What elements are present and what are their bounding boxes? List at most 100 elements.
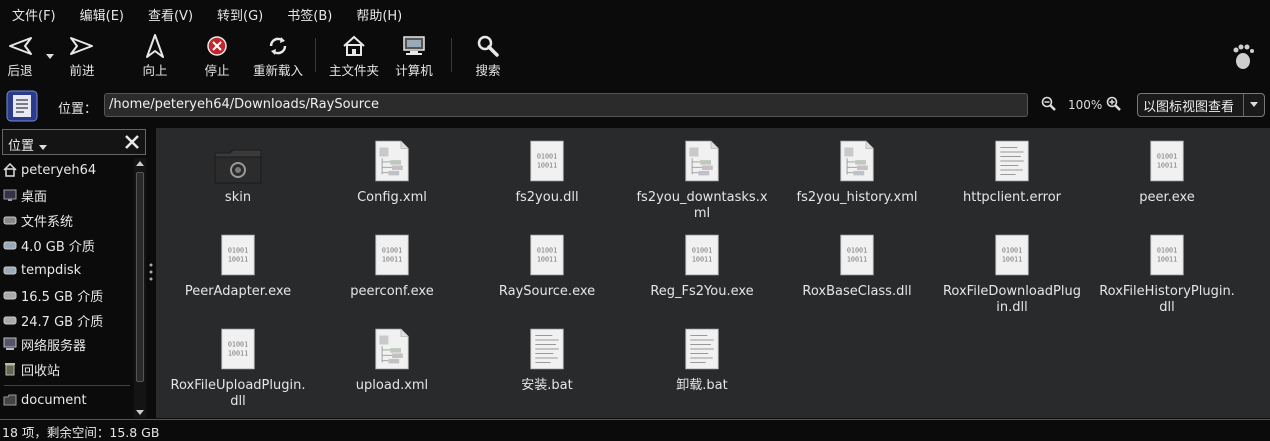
back-button[interactable]: 后退	[4, 32, 36, 82]
sidebar-item-volume-16gb[interactable]: 16.5 GB 介质	[0, 283, 134, 307]
file-item-fs2you-downtasks-xml[interactable]: fs2you_downtasks.xml	[627, 136, 777, 222]
sidebar-header: 位置	[2, 129, 146, 155]
arrow-up-icon	[144, 32, 166, 60]
menu-edit[interactable]: 编辑(E)	[68, 5, 136, 24]
zoom-out-icon[interactable]	[1041, 96, 1057, 116]
computer-button[interactable]: 计算机	[392, 32, 436, 82]
file-name: PeerAdapter.exe	[184, 284, 292, 299]
sidebar-item-document[interactable]: document	[0, 388, 134, 412]
binary-file-icon	[220, 324, 256, 372]
location-input[interactable]: /home/peteryeh64/Downloads/RaySource	[104, 93, 1028, 117]
file-item-httpclient-error[interactable]: httpclient.error	[937, 136, 1087, 206]
sidebar-item-network[interactable]: 网络服务器	[0, 332, 134, 356]
computer-label: 计算机	[395, 63, 433, 78]
text-file-icon	[529, 324, 565, 372]
icon-view[interactable]: skin Config.xml fs2you.dll fs2you_downta…	[156, 128, 1270, 418]
xml-file-icon	[374, 324, 410, 372]
up-button[interactable]: 向上	[137, 32, 173, 82]
file-name: Reg_Fs2You.exe	[650, 284, 754, 299]
file-name: fs2you_history.xml	[796, 190, 918, 205]
menubar: 文件(F) 编辑(E) 查看(V) 转到(G) 书签(B) 帮助(H)	[0, 0, 1270, 28]
location-bar: 位置： /home/peteryeh64/Downloads/RaySource…	[0, 86, 1270, 126]
file-name: peer.exe	[1139, 190, 1195, 205]
file-item-upload-xml[interactable]: upload.xml	[317, 324, 467, 394]
file-item-reg-fs2you-exe[interactable]: Reg_Fs2You.exe	[627, 230, 777, 300]
binary-file-icon	[839, 230, 875, 278]
sidebar-item-trash[interactable]: 回收站	[0, 357, 134, 381]
text-file-icon	[684, 324, 720, 372]
menu-view[interactable]: 查看(V)	[136, 5, 205, 24]
file-item-config-xml[interactable]: Config.xml	[317, 136, 467, 206]
sidebar-item-tempdisk[interactable]: tempdisk	[0, 258, 134, 282]
binary-file-icon	[1149, 136, 1185, 184]
sidebar-item-label: 文件系统	[21, 214, 74, 230]
file-item-install-bat[interactable]: 安装.bat	[472, 324, 622, 394]
scrollbar-thumb[interactable]	[136, 172, 144, 382]
file-name: RoxFileUploadPlugin.dll	[170, 378, 306, 409]
stop-label: 停止	[204, 63, 230, 78]
trash-icon	[2, 361, 18, 377]
arrow-right-icon	[69, 32, 95, 60]
file-item-skin[interactable]: skin	[163, 136, 313, 206]
menu-go[interactable]: 转到(G)	[205, 5, 275, 24]
zoom-in-icon[interactable]	[1106, 96, 1122, 116]
file-item-roxfilehistoryplugin-dll[interactable]: RoxFileHistoryPlugin.dll	[1092, 230, 1242, 316]
file-item-peer-exe[interactable]: peer.exe	[1092, 136, 1242, 206]
location-label: 位置：	[58, 102, 98, 117]
chevron-down-icon[interactable]	[39, 140, 47, 155]
location-toggle-button[interactable]	[6, 90, 38, 126]
reload-button[interactable]: 重新载入	[250, 32, 306, 82]
menu-file[interactable]: 文件(F)	[0, 5, 68, 24]
home-button[interactable]: 主文件夹	[326, 32, 382, 82]
stop-button[interactable]: 停止	[198, 32, 236, 82]
file-item-peerconf-exe[interactable]: peerconf.exe	[317, 230, 467, 300]
file-item-fs2you-dll[interactable]: fs2you.dll	[472, 136, 622, 206]
forward-button[interactable]: 前进	[64, 32, 100, 82]
notepad-icon	[6, 90, 38, 126]
file-item-fs2you-history-xml[interactable]: fs2you_history.xml	[782, 136, 932, 206]
file-item-roxbaseclass-dll[interactable]: RoxBaseClass.dll	[782, 230, 932, 300]
sidebar-item-filesystem[interactable]: 文件系统	[0, 208, 134, 232]
drive-icon	[2, 237, 18, 253]
sidebar-scrollbar[interactable]	[134, 158, 146, 418]
file-item-roxfileuploadplugin-dll[interactable]: RoxFileUploadPlugin.dll	[163, 324, 313, 410]
file-name: 卸载.bat	[676, 378, 728, 393]
menu-bookmarks[interactable]: 书签(B)	[275, 5, 344, 24]
network-icon	[2, 336, 18, 352]
view-mode-select[interactable]: 以图标视图查看	[1137, 93, 1265, 117]
sidebar-item-volume-4gb[interactable]: 4.0 GB 介质	[0, 233, 134, 257]
sidebar-item-label: 24.7 GB 介质	[21, 314, 104, 330]
throbber	[1228, 42, 1258, 92]
filesystem-icon	[2, 212, 18, 228]
file-item-peeradapter-exe[interactable]: PeerAdapter.exe	[163, 230, 313, 300]
search-button[interactable]: 搜索	[468, 32, 508, 82]
scroll-up-icon	[136, 161, 144, 166]
toolbar: 后退 前进 向上 停止 重新载入 主文件夹 计算机 搜索	[0, 28, 1270, 86]
sidebar-item-desktop[interactable]: 桌面	[0, 183, 134, 207]
back-label: 后退	[7, 63, 33, 78]
binary-file-icon	[529, 136, 565, 184]
binary-file-icon	[684, 230, 720, 278]
file-name: Config.xml	[357, 190, 427, 205]
xml-file-icon	[684, 136, 720, 184]
file-item-roxfiledownloadplugin-dll[interactable]: RoxFileDownloadPlugin.dll	[937, 230, 1087, 316]
binary-file-icon	[1149, 230, 1185, 278]
zoom-level[interactable]: 100%	[1068, 98, 1102, 112]
sidebar-item-volume-24gb[interactable]: 24.7 GB 介质	[0, 308, 134, 332]
sidebar-item-label: 4.0 GB 介质	[21, 239, 95, 255]
file-item-raysource-exe[interactable]: RaySource.exe	[472, 230, 622, 300]
sidebar-item-label: tempdisk	[21, 262, 82, 278]
chevron-down-icon	[1243, 94, 1264, 116]
computer-icon	[401, 32, 427, 60]
menu-help[interactable]: 帮助(H)	[344, 5, 414, 24]
scroll-down-icon	[136, 410, 144, 415]
pane-resize-handle[interactable]	[149, 262, 153, 286]
sidebar-item-home[interactable]: peteryeh64	[0, 158, 134, 182]
file-name: fs2you.dll	[515, 190, 579, 205]
file-item-uninstall-bat[interactable]: 卸载.bat	[627, 324, 777, 394]
sidebar-item-label: 回收站	[21, 363, 61, 379]
binary-file-icon	[529, 230, 565, 278]
sidebar-item-label: 网络服务器	[21, 338, 87, 354]
sidebar-type-selector[interactable]: 位置	[8, 135, 34, 154]
close-icon[interactable]	[123, 133, 141, 155]
